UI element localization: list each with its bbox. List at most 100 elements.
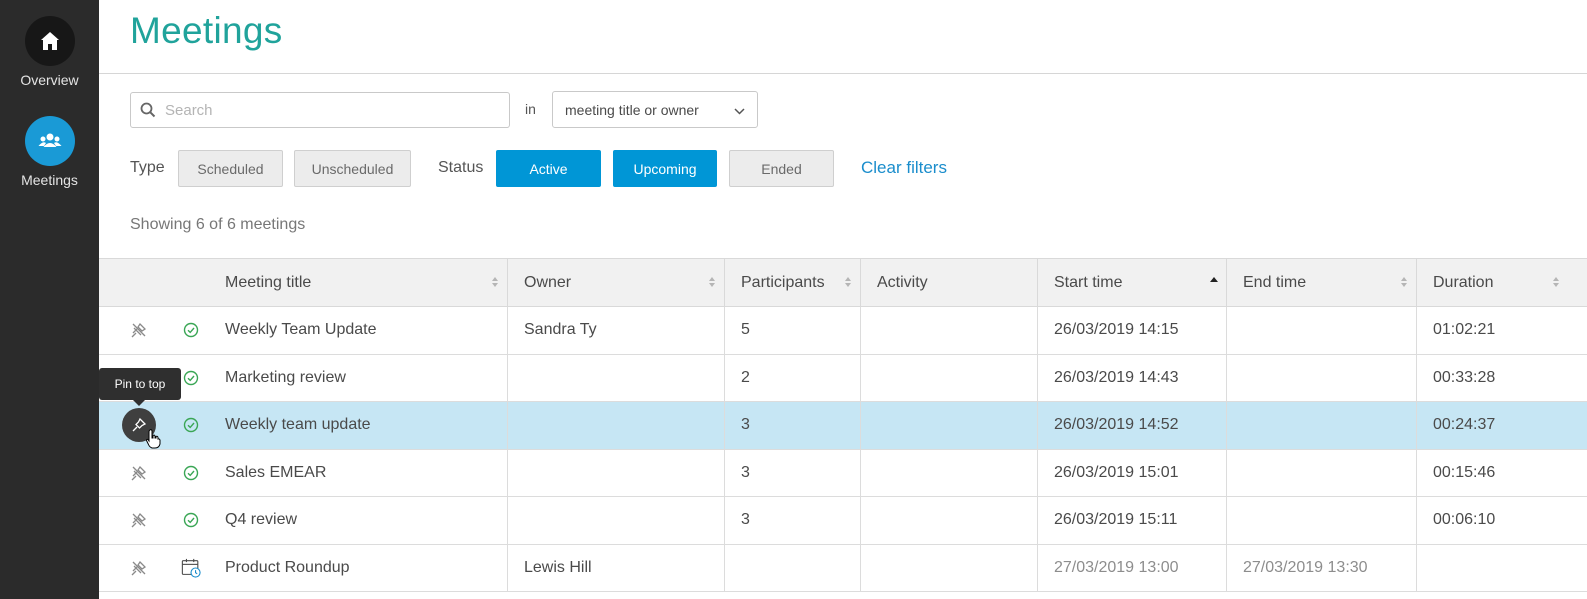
sidebar-item-label: Overview: [20, 72, 79, 88]
clear-filters-link[interactable]: Clear filters: [861, 158, 947, 178]
active-status-icon: [181, 368, 201, 388]
column-header-owner[interactable]: Owner: [507, 259, 724, 306]
duration-cell: 00:33:28: [1416, 354, 1568, 401]
meeting-title-cell: Marketing review: [225, 368, 346, 386]
duration-cell: 00:15:46: [1416, 449, 1568, 496]
column-header-label: Participants: [741, 273, 825, 291]
end-time-cell: [1226, 402, 1416, 449]
active-status-icon: [181, 320, 201, 340]
activity-cell: [860, 497, 1037, 544]
end-time-cell: [1226, 449, 1416, 496]
column-header-activity: Activity: [860, 259, 1037, 306]
participants-cell: 3: [724, 497, 860, 544]
filter-scheduled-button[interactable]: Scheduled: [178, 150, 283, 187]
participants-cell: [724, 544, 860, 591]
start-time-cell: 26/03/2019 15:01: [1037, 449, 1226, 496]
sidebar: Overview Meetings: [0, 0, 99, 599]
filter-unscheduled-button[interactable]: Unscheduled: [294, 150, 411, 187]
sort-ascending-icon: [1210, 277, 1218, 282]
start-time-cell: 27/03/2019 13:00: [1037, 544, 1226, 591]
table-row[interactable]: Sales EMEAR 3 26/03/2019 15:01 00:15:46: [99, 449, 1587, 497]
sidebar-item-label: Meetings: [21, 172, 78, 188]
start-time-cell: 26/03/2019 14:43: [1037, 354, 1226, 401]
owner-cell: [507, 402, 724, 449]
column-header-duration[interactable]: Duration: [1416, 259, 1568, 306]
end-time-cell: [1226, 307, 1416, 354]
filter-ended-button[interactable]: Ended: [729, 150, 834, 187]
sort-icon: [1553, 277, 1559, 287]
participants-cell: 2: [724, 354, 860, 401]
search-scope-select[interactable]: meeting title or owner: [552, 91, 758, 128]
meeting-title-cell: Weekly Team Update: [225, 321, 377, 339]
end-time-cell: [1226, 497, 1416, 544]
pin-icon[interactable]: [127, 556, 151, 580]
owner-cell: [507, 354, 724, 401]
pin-tooltip: Pin to top: [99, 368, 181, 406]
active-status-icon: [181, 463, 201, 483]
duration-cell: 00:24:37: [1416, 402, 1568, 449]
end-time-cell: 27/03/2019 13:30: [1226, 544, 1416, 591]
page-title: Meetings: [130, 10, 283, 51]
end-time-cell: [1226, 354, 1416, 401]
active-status-icon: [181, 415, 201, 435]
status-filter-label: Status: [438, 159, 484, 176]
activity-cell: [860, 544, 1037, 591]
table-row[interactable]: Weekly Team Update Sandra Ty 5 26/03/201…: [99, 307, 1587, 355]
meetings-table: Meeting title Owner Participants Activit…: [99, 258, 1587, 592]
column-header-end-time[interactable]: End time: [1226, 259, 1416, 306]
start-time-cell: 26/03/2019 15:11: [1037, 497, 1226, 544]
column-header-pin-status: [99, 259, 209, 306]
start-time-cell: 26/03/2019 14:15: [1037, 307, 1226, 354]
table-row[interactable]: Marketing review 2 26/03/2019 14:43 00:3…: [99, 354, 1587, 402]
activity-cell: [860, 402, 1037, 449]
duration-cell: 01:02:21: [1416, 307, 1568, 354]
column-header-label: Start time: [1054, 273, 1123, 291]
sort-icon: [709, 277, 715, 287]
meeting-title-cell: Sales EMEAR: [225, 463, 327, 481]
table-row[interactable]: Q4 review 3 26/03/2019 15:11 00:06:10: [99, 497, 1587, 545]
pin-icon[interactable]: [127, 318, 151, 342]
start-time-cell: 26/03/2019 14:52: [1037, 402, 1226, 449]
chevron-down-icon: [734, 102, 745, 118]
duration-cell: [1416, 544, 1568, 591]
filter-upcoming-button[interactable]: Upcoming: [613, 150, 717, 187]
filter-active-button[interactable]: Active: [496, 150, 601, 187]
active-status-icon: [181, 510, 201, 530]
activity-cell: [860, 307, 1037, 354]
search-input[interactable]: [165, 101, 495, 119]
meeting-title-cell: Weekly team update: [225, 416, 371, 434]
meeting-title-cell: Q4 review: [225, 511, 298, 529]
pin-icon[interactable]: [127, 461, 151, 485]
sort-icon: [1401, 277, 1407, 287]
column-header-meeting-title[interactable]: Meeting title: [209, 259, 507, 306]
owner-cell: [507, 449, 724, 496]
column-header-label: End time: [1243, 273, 1307, 291]
table-row-selected[interactable]: Weekly team update 3 26/03/2019 14:52 00…: [99, 402, 1587, 450]
home-icon: [24, 16, 75, 66]
search-scope-label: in: [525, 101, 536, 117]
column-header-start-time[interactable]: Start time: [1037, 259, 1226, 306]
search-box: [130, 92, 510, 128]
column-header-label: Activity: [877, 273, 928, 291]
people-icon: [24, 116, 75, 166]
column-header-label: Owner: [524, 273, 572, 291]
results-count: Showing 6 of 6 meetings: [130, 216, 306, 233]
participants-cell: 3: [724, 402, 860, 449]
sidebar-item-overview[interactable]: Overview: [0, 16, 99, 88]
sort-icon: [492, 277, 498, 287]
activity-cell: [860, 354, 1037, 401]
pin-icon[interactable]: [127, 508, 151, 532]
search-scope-value: meeting title or owner: [565, 101, 699, 118]
search-icon: [131, 102, 165, 118]
activity-cell: [860, 449, 1037, 496]
type-filter-label: Type: [130, 159, 165, 176]
column-header-label: Meeting title: [225, 273, 312, 291]
sidebar-item-meetings[interactable]: Meetings: [0, 116, 99, 188]
meeting-title-cell: Product Roundup: [225, 558, 350, 576]
table-row[interactable]: Product Roundup Lewis Hill 27/03/2019 13…: [99, 544, 1587, 592]
hand-cursor-icon: [145, 429, 161, 449]
table-header: Meeting title Owner Participants Activit…: [99, 258, 1587, 307]
column-header-participants[interactable]: Participants: [724, 259, 860, 306]
duration-cell: 00:06:10: [1416, 497, 1568, 544]
owner-cell: Lewis Hill: [507, 544, 724, 591]
